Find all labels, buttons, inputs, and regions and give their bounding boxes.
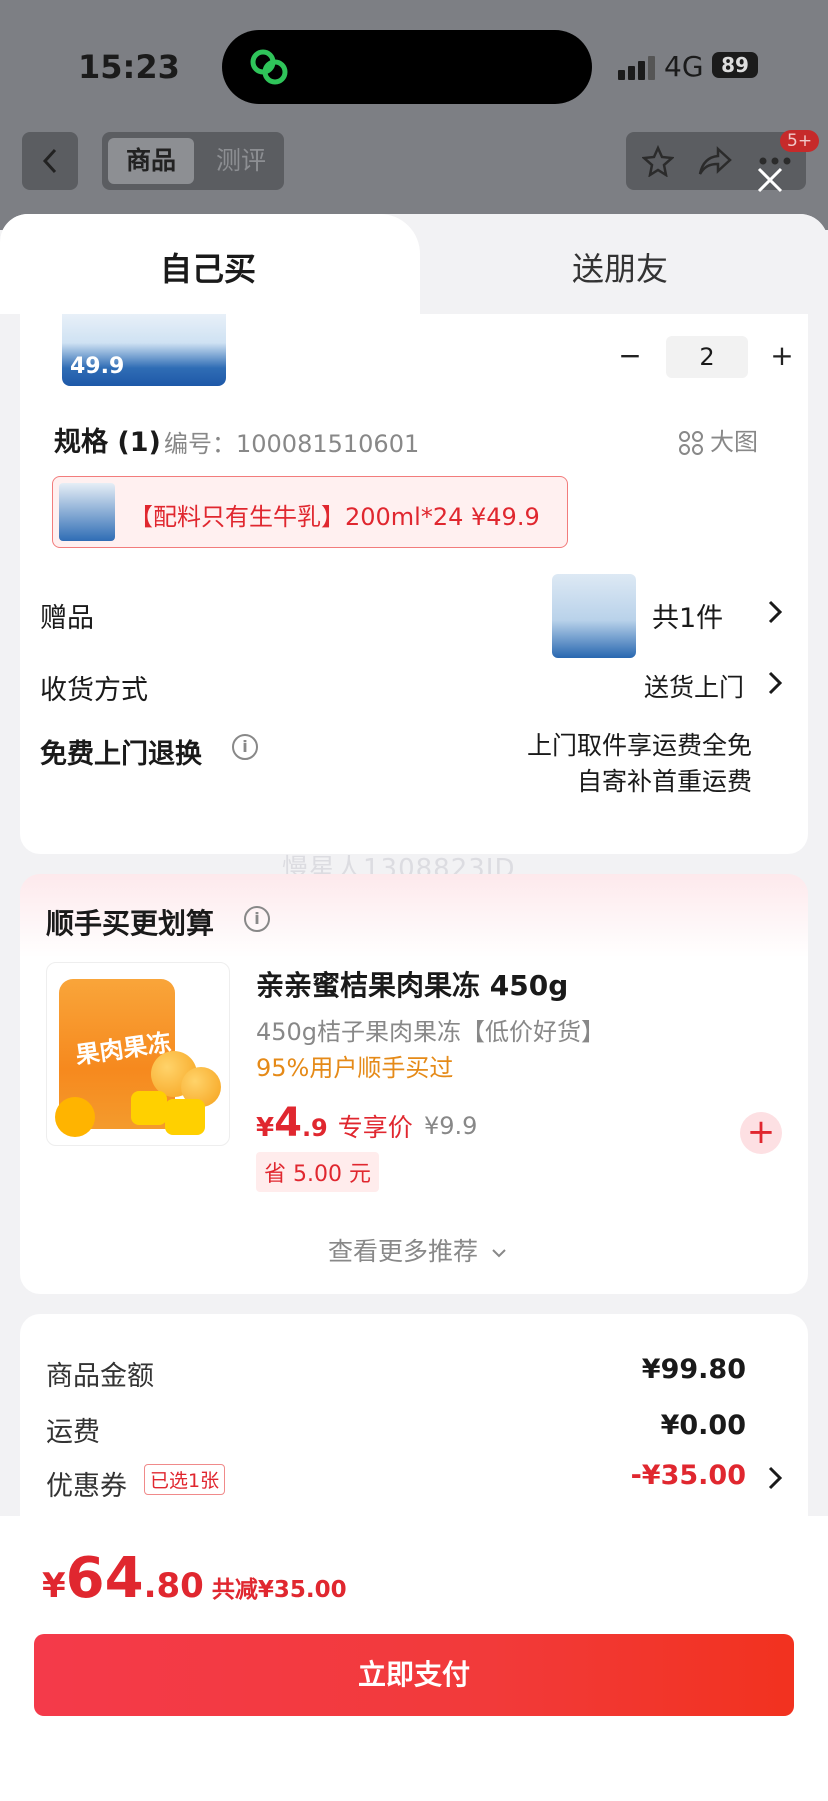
- info-icon[interactable]: i: [244, 906, 270, 932]
- spec-option-thumbnail: [59, 483, 115, 541]
- return-label: 免费上门退换: [40, 739, 202, 770]
- add-to-order-button[interactable]: +: [740, 1112, 782, 1154]
- total-integer: 64: [65, 1546, 144, 1611]
- chevron-left-icon: [42, 148, 57, 174]
- total-currency: ¥: [42, 1566, 66, 1606]
- more-recommendations-label: 查看更多推荐: [328, 1237, 479, 1266]
- delivery-value[interactable]: 送货上门: [644, 668, 744, 704]
- recommended-product-desc: 450g桔子果肉果冻【低价好货】: [256, 1018, 606, 1046]
- signal-icon: [618, 56, 655, 80]
- quantity-value[interactable]: 2: [666, 336, 748, 378]
- spec-option-selected[interactable]: 【配料只有生牛乳】200ml*24 ¥49.9: [52, 476, 568, 548]
- chevron-right-icon[interactable]: [766, 598, 784, 626]
- recommended-product-image[interactable]: 果肉果冻: [46, 962, 230, 1146]
- goods-amount-label: 商品金额: [46, 1361, 154, 1392]
- dynamic-island: [222, 30, 592, 104]
- recommendation-card: 顺手买更划算 i 果肉果冻 亲亲蜜桔果肉果冻 450g 450g桔子果肉果冻【低…: [20, 874, 808, 1294]
- tab-product[interactable]: 商品: [108, 138, 194, 184]
- recommended-product-social-proof: 95%用户顺手买过: [256, 1054, 454, 1082]
- star-icon[interactable]: [642, 145, 674, 177]
- delivery-label: 收货方式: [40, 675, 148, 706]
- goods-amount-value: ¥99.80: [641, 1354, 746, 1385]
- pay-now-button[interactable]: 立即支付: [34, 1634, 794, 1716]
- product-thumbnail: 49.9: [62, 314, 226, 386]
- price-integer: 4: [274, 1100, 302, 1146]
- spec-code: 编号：100081510601: [164, 430, 420, 458]
- total-price: ¥64.80 共减¥35.00: [42, 1546, 347, 1611]
- recommended-product-name[interactable]: 亲亲蜜桔果肉果冻 450g: [256, 964, 568, 1004]
- decrease-quantity-button[interactable]: −: [610, 336, 650, 376]
- gift-count[interactable]: 共1件: [652, 596, 723, 635]
- tab-review[interactable]: 测评: [206, 138, 276, 184]
- return-policy-line2: 自寄补首重运费: [576, 767, 752, 796]
- jelly-cup-image: [55, 1097, 95, 1137]
- big-image-label: 大图: [710, 428, 758, 456]
- chevron-right-icon[interactable]: [766, 669, 784, 697]
- network-type: 4G: [664, 50, 704, 83]
- link-icon: [250, 49, 288, 85]
- total-decimal: .80: [143, 1566, 204, 1606]
- price-currency: ¥: [256, 1113, 275, 1143]
- checkout-bar: ¥64.80 共减¥35.00 立即支付: [0, 1516, 828, 1801]
- recommendation-title: 顺手买更划算: [46, 907, 215, 940]
- status-time: 15:23: [78, 48, 180, 86]
- gift-label: 赠品: [40, 603, 94, 634]
- gift-thumbnail[interactable]: [552, 574, 636, 658]
- coupon-label: 优惠券: [46, 1471, 127, 1502]
- more-recommendations-button[interactable]: 查看更多推荐: [328, 1232, 508, 1268]
- status-bar: 15:23 4G 89: [0, 0, 828, 130]
- price-tag: 专享价: [337, 1113, 413, 1142]
- big-image-button[interactable]: 大图: [678, 422, 758, 457]
- coupon-selected-tag: 已选1张: [144, 1464, 226, 1495]
- spec-title: 规格 (1): [54, 427, 161, 458]
- close-icon[interactable]: [756, 166, 784, 194]
- grid-icon: [679, 431, 703, 455]
- freight-label: 运费: [46, 1417, 100, 1448]
- battery-level: 89: [712, 52, 758, 78]
- tab-buy-for-self[interactable]: 自己买: [0, 214, 420, 314]
- return-policy-line1: 上门取件享运费全免: [526, 731, 752, 760]
- recommended-product-price: ¥4.9 专享价: [256, 1100, 413, 1146]
- purchase-mode-tabs: 自己买 送朋友: [0, 214, 828, 314]
- original-price: ¥9.9: [424, 1112, 478, 1140]
- jelly-image: [131, 1091, 167, 1125]
- chevron-down-icon: [492, 1249, 506, 1258]
- increase-quantity-button[interactable]: +: [762, 336, 802, 376]
- price-decimal: .9: [301, 1114, 328, 1142]
- tab-buy-for-self-label: 自己买: [160, 250, 257, 288]
- purchase-sheet: 自己买 送朋友 49.9 − 2 + 规格 (1) 编号：10008151060…: [0, 214, 828, 1801]
- savings-badge: 省 5.00 元: [256, 1152, 379, 1192]
- info-icon[interactable]: i: [232, 734, 258, 760]
- freight-value: ¥0.00: [660, 1410, 746, 1441]
- total-reduction: 共减¥35.00: [211, 1577, 347, 1603]
- order-options-card: 49.9 − 2 + 规格 (1) 编号：100081510601 大图 【配料…: [20, 314, 808, 854]
- chevron-right-icon[interactable]: [766, 1464, 784, 1492]
- jelly-image: [165, 1099, 205, 1135]
- nav-tabs: 商品 测评: [102, 132, 284, 190]
- message-badge: 5+: [780, 130, 820, 152]
- coupon-discount-value[interactable]: -¥35.00: [631, 1460, 746, 1491]
- spec-option-label: 【配料只有生牛乳】200ml*24 ¥49.9: [129, 503, 540, 531]
- product-thumbnail-price: 49.9: [70, 354, 125, 379]
- tab-gift-to-friend[interactable]: 送朋友: [572, 244, 668, 290]
- share-icon[interactable]: [698, 145, 732, 177]
- back-button[interactable]: [22, 132, 78, 190]
- more-icon[interactable]: [758, 156, 792, 166]
